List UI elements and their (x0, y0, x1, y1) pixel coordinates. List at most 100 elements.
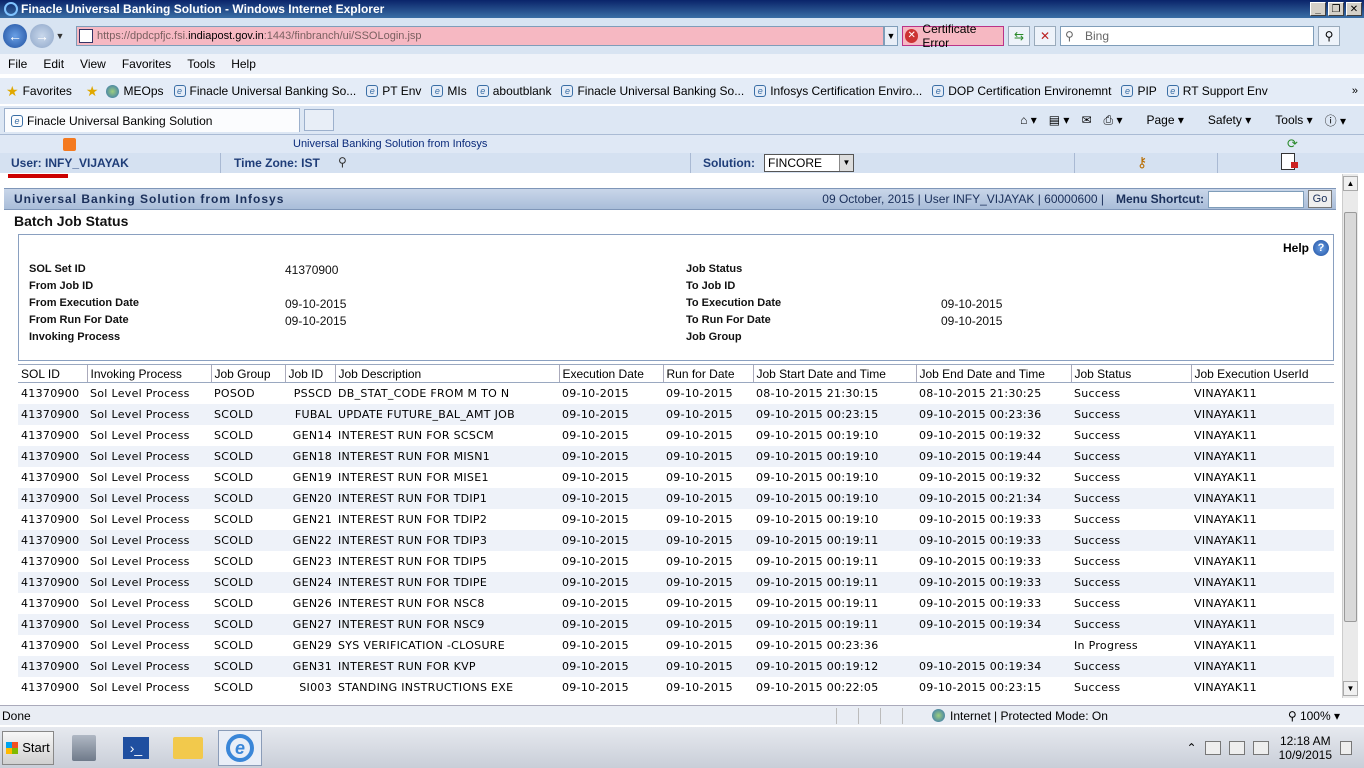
security-zone[interactable]: Internet | Protected Mode: On (932, 709, 1176, 723)
table-row[interactable]: 41370900 Sol Level Process SCOLD GEN29 SYS V… (18, 634, 1334, 656)
taskbar-server-manager[interactable] (62, 730, 106, 766)
solution-select[interactable]: FINCORE ▼ (764, 154, 854, 172)
certificate-error-button[interactable]: ✕ Certificate Error (902, 22, 1004, 50)
table-row[interactable]: 41370900 Sol Level Process SCOLD GEN22 INTER… (18, 529, 1334, 551)
stop-button[interactable]: ✕ (1034, 26, 1056, 46)
volume-tray-icon[interactable] (1252, 740, 1269, 755)
table-row[interactable]: 41370900 Sol Level Process SCOLD GEN24 INTER… (18, 571, 1334, 593)
table-row[interactable]: 41370900 Sol Level Process SCOLD GEN14 INTER… (18, 424, 1334, 446)
search-button[interactable]: ⚲ (1318, 26, 1340, 46)
page-scrollbar[interactable]: ▲ ▼ (1342, 174, 1358, 698)
table-row[interactable]: 41370900 Sol Level Process SCOLD FUBAL UPDAT… (18, 403, 1334, 425)
fav-item-dop-cert[interactable]: e DOP Certification Environemnt (932, 84, 1111, 98)
menu-file[interactable]: File (0, 57, 35, 71)
close-button[interactable]: ✕ (1346, 2, 1362, 16)
rss-icon[interactable] (63, 138, 76, 151)
fav-item-pt-env[interactable]: e PT Env (366, 84, 421, 98)
feeds-icon[interactable]: ▤ ▾ (1049, 113, 1070, 127)
col-execution-date[interactable]: Execution Date (558, 364, 663, 383)
table-row[interactable]: 41370900 Sol Level Process SCOLD GEN27 INTER… (18, 613, 1334, 635)
key-icon[interactable]: ⚷ (1137, 154, 1147, 171)
address-dropdown[interactable]: ▼ (884, 26, 898, 46)
taskbar-powershell[interactable]: ›_ (114, 730, 158, 766)
menu-edit[interactable]: Edit (35, 57, 72, 71)
scroll-down-button[interactable]: ▼ (1343, 681, 1358, 696)
recent-pages-dropdown[interactable]: ▼ (54, 31, 66, 41)
table-row[interactable]: 41370900 Sol Level Process SCOLD GEN21 INTER… (18, 508, 1334, 530)
clock[interactable]: 12:18 AM 10/9/2015 (1279, 734, 1332, 762)
add-favorite-icon[interactable]: ★ (86, 83, 99, 100)
fav-item-rt-support[interactable]: e RT Support Env (1166, 84, 1268, 98)
print-icon[interactable]: ⎙ ▾ (1104, 113, 1123, 128)
tray-expand-icon[interactable]: ⌃ (1187, 741, 1197, 755)
fav-item-finacle-2[interactable]: e Finacle Universal Banking So... (561, 84, 744, 98)
help-link[interactable]: Help ? (1283, 240, 1329, 256)
table-row[interactable]: 41370900 Sol Level Process SCOLD GEN26 INTER… (18, 592, 1334, 614)
mail-icon[interactable]: ✉ (1081, 113, 1091, 127)
refresh-icon[interactable]: ⟳ (1287, 137, 1301, 151)
help-icon[interactable]: ⓘ ▾ (1325, 112, 1346, 129)
favorites-button[interactable]: ★ Favorites (0, 83, 78, 100)
go-button[interactable]: Go (1308, 190, 1332, 208)
logout-icon[interactable] (1281, 153, 1298, 170)
table-row[interactable]: 41370900 Sol Level Process SCOLD GEN23 INTER… (18, 550, 1334, 572)
table-row[interactable]: 41370900 Sol Level Process SCOLD GEN18 INTER… (18, 445, 1334, 467)
network-tray-icon[interactable] (1228, 740, 1245, 755)
new-tab-button[interactable] (304, 109, 334, 131)
taskbar-internet-explorer[interactable]: e (218, 729, 262, 766)
cell-job-start: 09-10-2015 00:19:11 (756, 533, 879, 547)
start-button[interactable]: Start (2, 730, 54, 765)
search-input[interactable]: ⚲ Bing (1060, 26, 1314, 46)
table-row[interactable]: 41370900 Sol Level Process SCOLD GEN31 INTER… (18, 655, 1334, 677)
tools-menu[interactable]: Tools ▾ (1263, 113, 1312, 127)
table-row[interactable]: 41370900 Sol Level Process SCOLD SI003 STAND… (18, 676, 1334, 698)
restore-button[interactable]: ❐ (1328, 2, 1344, 16)
home-icon[interactable]: ⌂ ▾ (1020, 113, 1037, 127)
col-job-start[interactable]: Job Start Date and Time (752, 364, 916, 383)
fav-item-pip[interactable]: e PIP (1121, 84, 1157, 98)
fav-item-meops[interactable]: MEOps (106, 84, 164, 98)
safety-menu[interactable]: Safety ▾ (1196, 113, 1251, 127)
cell-job-status: Success (1074, 554, 1121, 568)
col-sol-id[interactable]: SOL ID (18, 364, 87, 383)
col-job-status[interactable]: Job Status (1070, 364, 1191, 383)
minimize-button[interactable]: _ (1310, 2, 1326, 16)
taskbar-explorer[interactable] (166, 730, 210, 766)
col-invoking-process[interactable]: Invoking Process (86, 364, 211, 383)
table-row[interactable]: 41370900 Sol Level Process POSOD PSSCD DB_ST… (18, 382, 1334, 404)
back-button[interactable]: ← (3, 24, 27, 48)
col-job-id[interactable]: Job ID (284, 364, 335, 383)
table-row[interactable]: 41370900 Sol Level Process SCOLD GEN20 INTER… (18, 487, 1334, 509)
timezone-search-icon[interactable]: ⚲ (338, 155, 347, 169)
col-exec-userid[interactable]: Job Execution UserId (1190, 364, 1334, 383)
menu-tools[interactable]: Tools (179, 57, 223, 71)
menu-shortcut-input[interactable] (1208, 190, 1304, 208)
address-input[interactable]: https://dpdcpfjc.fsi. indiapost.gov.in:14… (76, 26, 884, 46)
table-row[interactable]: 41370900 Sol Level Process SCOLD GEN19 INTER… (18, 466, 1334, 488)
refresh-button[interactable]: ⇆ (1008, 26, 1030, 46)
fav-item-mis[interactable]: e MIs (431, 84, 467, 98)
col-job-description[interactable]: Job Description (334, 364, 559, 383)
fav-item-infosys-cert[interactable]: e Infosys Certification Enviro... (754, 84, 922, 98)
flag-tray-icon[interactable] (1204, 740, 1221, 755)
col-job-group[interactable]: Job Group (210, 364, 285, 383)
col-run-for-date[interactable]: Run for Date (662, 364, 753, 383)
tab-title: Finacle Universal Banking Solution (27, 113, 213, 128)
menu-favorites[interactable]: Favorites (114, 57, 179, 71)
clock-date: 10/9/2015 (1278, 747, 1332, 762)
cell-exec-userid: VINAYAK11 (1194, 533, 1257, 547)
show-desktop-button[interactable] (1340, 740, 1352, 755)
fav-item-finacle-1[interactable]: e Finacle Universal Banking So... (173, 84, 356, 98)
favorites-overflow-icon[interactable]: » (1352, 85, 1358, 97)
scroll-up-button[interactable]: ▲ (1343, 176, 1358, 191)
forward-button[interactable]: → (30, 24, 54, 48)
scroll-thumb[interactable] (1344, 212, 1357, 622)
ie-page-icon: e (173, 85, 186, 97)
col-job-end[interactable]: Job End Date and Time (915, 364, 1071, 383)
menu-view[interactable]: View (72, 57, 114, 71)
zoom-control[interactable]: ⚲ 100% ▾ (1288, 709, 1340, 723)
tab-finacle[interactable]: e Finacle Universal Banking Solution (4, 108, 300, 132)
menu-help[interactable]: Help (223, 57, 264, 71)
page-menu[interactable]: Page ▾ (1134, 113, 1183, 127)
fav-item-aboutblank[interactable]: e aboutblank (476, 84, 551, 98)
